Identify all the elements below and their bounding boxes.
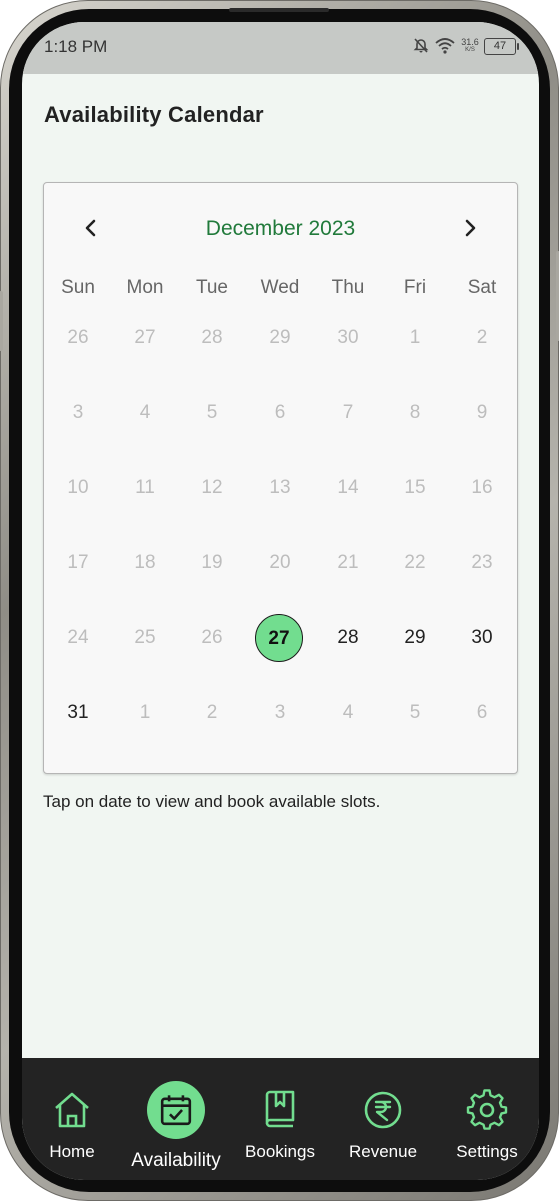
calendar-day: 16 (471, 477, 493, 498)
calendar-day: 12 (201, 477, 223, 498)
calendar-day: 5 (206, 402, 218, 423)
nav-item-settings[interactable]: Settings (437, 1058, 537, 1180)
wifi-icon (434, 36, 456, 59)
nav-label: Home (49, 1142, 95, 1161)
hint-text: Tap on date to view and book available s… (43, 792, 381, 811)
silent-bell-icon (412, 36, 430, 59)
calendar-day: 19 (201, 552, 223, 573)
weekday-label: Tue (195, 277, 229, 298)
calendar-day: 3 (72, 402, 84, 423)
weekday-label: Wed (260, 277, 300, 298)
battery-icon: 47 (484, 38, 519, 55)
nav-item-bookings[interactable]: Bookings (230, 1058, 330, 1180)
calendar-day: 30 (337, 327, 359, 348)
status-icons: 31.6 K/S 47 (412, 36, 519, 59)
calendar-day: 21 (337, 552, 359, 573)
calendar-day-selected[interactable]: 27 (255, 614, 303, 662)
calendar-day[interactable]: 28 (318, 623, 378, 653)
calendar-day: 26 (201, 627, 223, 648)
nav-label: Settings (456, 1142, 518, 1161)
nav-item-revenue[interactable]: Revenue (333, 1058, 433, 1180)
gear-icon (465, 1088, 509, 1132)
calendar-day[interactable]: 29 (385, 623, 445, 653)
calendar-check-icon (147, 1081, 205, 1139)
side-button (0, 291, 3, 351)
calendar-day: 2 (206, 702, 218, 723)
calendar-day: 14 (337, 477, 359, 498)
calendar-day: 17 (67, 552, 89, 573)
screen: 1:18 PM 31.6 K/S 47 Availability Calenda… (22, 22, 539, 1180)
calendar-day: 29 (269, 327, 291, 348)
calendar-day: 20 (269, 552, 291, 573)
network-speed: 31.6 K/S (458, 38, 482, 54)
bookmark-book-icon (258, 1088, 302, 1132)
calendar-day: 5 (409, 702, 421, 723)
weekday-label: Sun (61, 277, 95, 298)
calendar-day[interactable]: 30 (452, 623, 512, 653)
nav-label: Bookings (245, 1142, 315, 1161)
next-month-button[interactable] (455, 213, 485, 243)
status-time: 1:18 PM (44, 37, 108, 56)
nav-label: Availability (131, 1150, 221, 1171)
battery-level: 47 (493, 40, 507, 52)
network-speed-value: 31.6 (461, 37, 479, 47)
calendar-day: 4 (139, 402, 151, 423)
weekday-label: Mon (126, 277, 164, 298)
calendar-day: 2 (476, 327, 488, 348)
rupee-icon (361, 1088, 405, 1132)
nav-item-availability[interactable]: Availability (126, 1058, 226, 1180)
calendar-day: 1 (409, 327, 421, 348)
calendar-day: 4 (342, 702, 354, 723)
month-label: December 2023 (205, 217, 356, 240)
nav-item-home[interactable]: Home (22, 1058, 122, 1180)
calendar-card: December 2023 Sun Mon Tue Wed Thu Fri Sat 26 27… (43, 182, 518, 774)
calendar-day: 25 (134, 627, 156, 648)
weekday-label: Thu (331, 277, 365, 298)
calendar-day: 18 (134, 552, 156, 573)
phone-frame: 1:18 PM 31.6 K/S 47 Availability Calenda… (0, 0, 559, 1201)
calendar-day: 15 (404, 477, 426, 498)
calendar-day: 23 (471, 552, 493, 573)
chevron-right-icon (465, 219, 476, 237)
calendar-day: 3 (274, 702, 286, 723)
calendar-day: 13 (269, 477, 291, 498)
calendar-day: 27 (134, 327, 156, 348)
calendar-day: 28 (201, 327, 223, 348)
calendar-day: 6 (476, 702, 488, 723)
calendar-day: 24 (67, 627, 89, 648)
calendar-day: 22 (404, 552, 426, 573)
weekday-label: Sat (467, 277, 497, 298)
page-title: Availability Calendar (44, 102, 264, 127)
calendar-day[interactable]: 31 (48, 698, 108, 728)
bottom-nav: Home Availability Bookings Revenue Setti… (22, 1058, 539, 1180)
calendar-day: 6 (274, 402, 286, 423)
weekday-label: Fri (403, 277, 427, 298)
network-speed-unit: K/S (465, 47, 475, 53)
calendar-day: 26 (67, 327, 89, 348)
calendar-day: 10 (67, 477, 89, 498)
nav-label: Revenue (348, 1142, 418, 1161)
calendar-day: 11 (135, 477, 155, 498)
calendar-day: 7 (342, 402, 354, 423)
status-bar: 1:18 PM 31.6 K/S 47 (22, 22, 539, 74)
calendar-day: 1 (139, 702, 151, 723)
calendar-day: 9 (476, 402, 488, 423)
calendar-day: 8 (409, 402, 421, 423)
speaker-grille (229, 8, 329, 12)
home-icon (50, 1088, 94, 1132)
